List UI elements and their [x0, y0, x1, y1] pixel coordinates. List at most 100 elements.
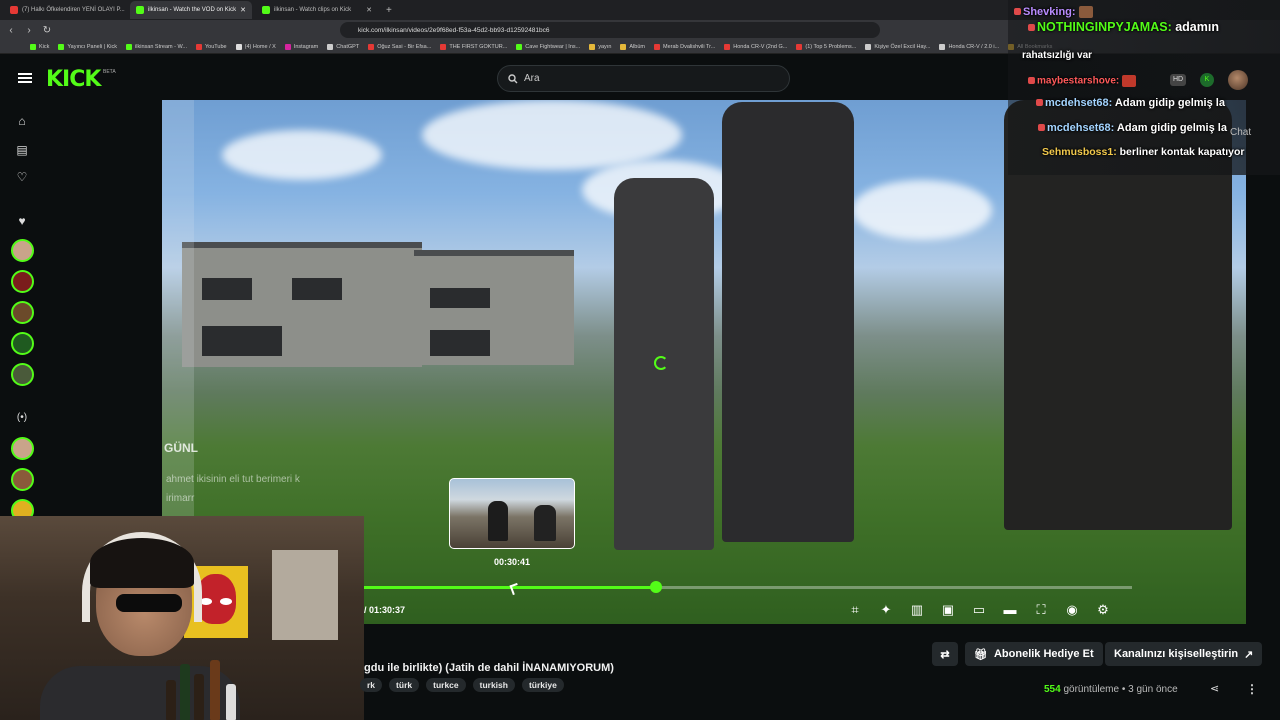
search-placeholder: Ara: [524, 73, 540, 84]
settings-icon[interactable]: ⚙: [1094, 601, 1112, 619]
search-input[interactable]: Ara: [497, 65, 790, 92]
clip-icon[interactable]: ⌗: [846, 601, 864, 619]
gift-icon: 🎁︎: [974, 648, 988, 661]
browser-tab-kick-clips[interactable]: ilkinsan - Watch clips on Kick ✕: [256, 1, 378, 19]
chat-overlay: Shevking: NOTHINGINPYJAMAS: adamın rahat…: [1008, 0, 1280, 175]
bookmark-item[interactable]: THE FIRST GOKTUR...: [440, 43, 507, 50]
menu-icon[interactable]: [18, 73, 32, 83]
bookmark-item[interactable]: Kişiye Özel Excil Hay...: [865, 43, 930, 50]
kick-logo[interactable]: KICK: [46, 67, 101, 92]
bookmark-item[interactable]: Albüm: [620, 43, 645, 50]
chat-text: Adam gidip gelmiş la: [1116, 122, 1227, 134]
bookmark-label: yayın: [598, 43, 612, 50]
mini-player-icon[interactable]: ▭: [970, 601, 988, 619]
reload-icon[interactable]: ↻: [40, 25, 54, 36]
hdr-icon[interactable]: HD: [1170, 74, 1186, 86]
bookmark-item[interactable]: Cave Fightwear | Ins...: [516, 43, 580, 50]
bookmark-item[interactable]: Yayıncı Paneli | Kick: [58, 43, 117, 50]
chat-username: Shevking:: [1023, 6, 1076, 18]
tag[interactable]: turkish: [472, 678, 515, 692]
bookmark-icon: [620, 43, 627, 50]
followed-channel-avatar[interactable]: [11, 270, 34, 293]
switch-icon[interactable]: ⇄: [932, 642, 958, 666]
bookmark-item[interactable]: Merab Dvalishvili Tr...: [653, 43, 715, 50]
chat-username: mcdehset68:: [1045, 97, 1113, 109]
followed-channel-avatar[interactable]: [11, 239, 34, 262]
bookmark-item[interactable]: Oğuz Sasi - Bir Efsa...: [368, 43, 431, 50]
followed-channel-avatar[interactable]: [11, 332, 34, 355]
tag[interactable]: rk: [360, 678, 383, 692]
seek-preview-thumbnail: [449, 478, 575, 549]
heart-icon: ♥: [18, 214, 26, 228]
share-icon[interactable]: ⋖: [1210, 682, 1219, 695]
bookmark-icon: [653, 43, 660, 50]
progress-scrubber[interactable]: [650, 581, 663, 593]
sparkle-icon[interactable]: ✦: [877, 601, 895, 619]
chat-text: rahatsızlığı var: [1022, 50, 1093, 61]
bookmark-item[interactable]: (4) Home / X: [235, 43, 276, 50]
more-options-icon[interactable]: ⋮: [1246, 682, 1258, 696]
tag[interactable]: türkiye: [521, 678, 564, 692]
video-age: 3 gün önce: [1128, 684, 1178, 695]
close-icon[interactable]: ✕: [366, 6, 372, 14]
separator: •: [1121, 684, 1126, 695]
external-link-icon: ↗: [1244, 648, 1254, 661]
tag[interactable]: turkce: [426, 678, 466, 692]
browser-tab-youtube[interactable]: (7) Halkı Öfkelendiren YENİ OLAYI P...✕: [4, 1, 126, 19]
close-icon[interactable]: ✕: [240, 6, 246, 14]
customize-channel-button[interactable]: Kanalınızı kişiselleştirin ↗: [1105, 642, 1263, 666]
forward-icon[interactable]: ›: [22, 25, 36, 36]
stream-overlay-chat: ahmet ikisinin eli tut berimeri k irimar…: [162, 440, 478, 520]
bookmark-item[interactable]: yayın: [589, 43, 612, 50]
chat-message: mcdehset68: Adam gidip gelmiş la: [1038, 122, 1227, 134]
bookmark-label: ilkinsan Stream - W...: [135, 43, 187, 50]
recommended-channel-avatar[interactable]: [11, 468, 34, 491]
chat-message: mcdehset68: Adam gidip gelmiş la: [1036, 97, 1225, 109]
url-field[interactable]: kick.com/ilkinsan/videos/2e9f68ed-f53a-4…: [340, 22, 880, 38]
sunglasses: [116, 594, 182, 612]
gift-subscription-label: Abonelik Hediye Et: [993, 648, 1094, 660]
progress-bar[interactable]: [362, 581, 1132, 593]
chat-message: NOTHINGINPYJAMAS: adamın: [1028, 20, 1219, 34]
chat-username: NOTHINGINPYJAMAS:: [1037, 20, 1172, 34]
pip-icon[interactable]: ▣: [939, 601, 957, 619]
emote-icon: [1122, 75, 1137, 87]
browser-tab-kick-vod[interactable]: ilkinsan - Watch the VOD on Kick ✕: [130, 1, 252, 19]
bookmark-icon: [589, 43, 596, 50]
bookmark-icon: [196, 43, 202, 50]
view-count: 554: [1044, 684, 1061, 695]
bookmark-item[interactable]: Instagram: [284, 43, 318, 50]
followed-channel-avatar[interactable]: [11, 363, 34, 386]
browse-icon[interactable]: ▤: [14, 143, 30, 159]
tag[interactable]: türk: [389, 678, 420, 692]
bookmark-label: (4) Home / X: [244, 43, 276, 50]
back-icon[interactable]: ‹: [4, 25, 18, 36]
chat-username: mcdehset68:: [1047, 122, 1115, 134]
fullscreen-icon[interactable]: ⛶: [1032, 601, 1050, 619]
tab-title: ilkinsan - Watch the VOD on Kick: [148, 7, 237, 13]
bookmark-item[interactable]: ChatGPT: [327, 43, 359, 50]
bookmark-item[interactable]: Honda CR-V / 2.0 i...: [939, 43, 999, 50]
followed-channel-avatar[interactable]: [11, 301, 34, 324]
stats-icon[interactable]: ▥: [908, 601, 926, 619]
following-icon[interactable]: ♡: [14, 170, 30, 186]
bookmark-item[interactable]: ilkinsan Stream - W...: [126, 43, 187, 50]
seek-preview-time: 00:30:41: [493, 557, 531, 567]
theater-mode-icon[interactable]: ▬: [1001, 601, 1019, 619]
new-tab-button[interactable]: +: [386, 5, 392, 16]
live-icon: (•): [16, 412, 28, 423]
overlay-chat-line: irimarr: [166, 493, 195, 504]
cloud: [422, 100, 682, 170]
speed-icon[interactable]: ◉: [1063, 601, 1081, 619]
kick-badge-icon[interactable]: K: [1200, 73, 1214, 87]
user-avatar[interactable]: [1228, 70, 1248, 90]
bookmark-item[interactable]: Kick: [30, 43, 49, 50]
bookmark-item[interactable]: (1) Top 5 Problems...: [796, 43, 856, 50]
recommended-channel-avatar[interactable]: [11, 437, 34, 460]
bookmark-item[interactable]: Honda CR-V (2nd G...: [724, 43, 787, 50]
bookmark-item[interactable]: YouTube: [196, 43, 227, 50]
bookmark-icon: [939, 43, 946, 50]
gift-subscription-button[interactable]: 🎁︎ Abonelik Hediye Et: [965, 642, 1103, 666]
bookmark-icon: [284, 43, 291, 50]
home-icon[interactable]: ⌂: [14, 114, 30, 130]
